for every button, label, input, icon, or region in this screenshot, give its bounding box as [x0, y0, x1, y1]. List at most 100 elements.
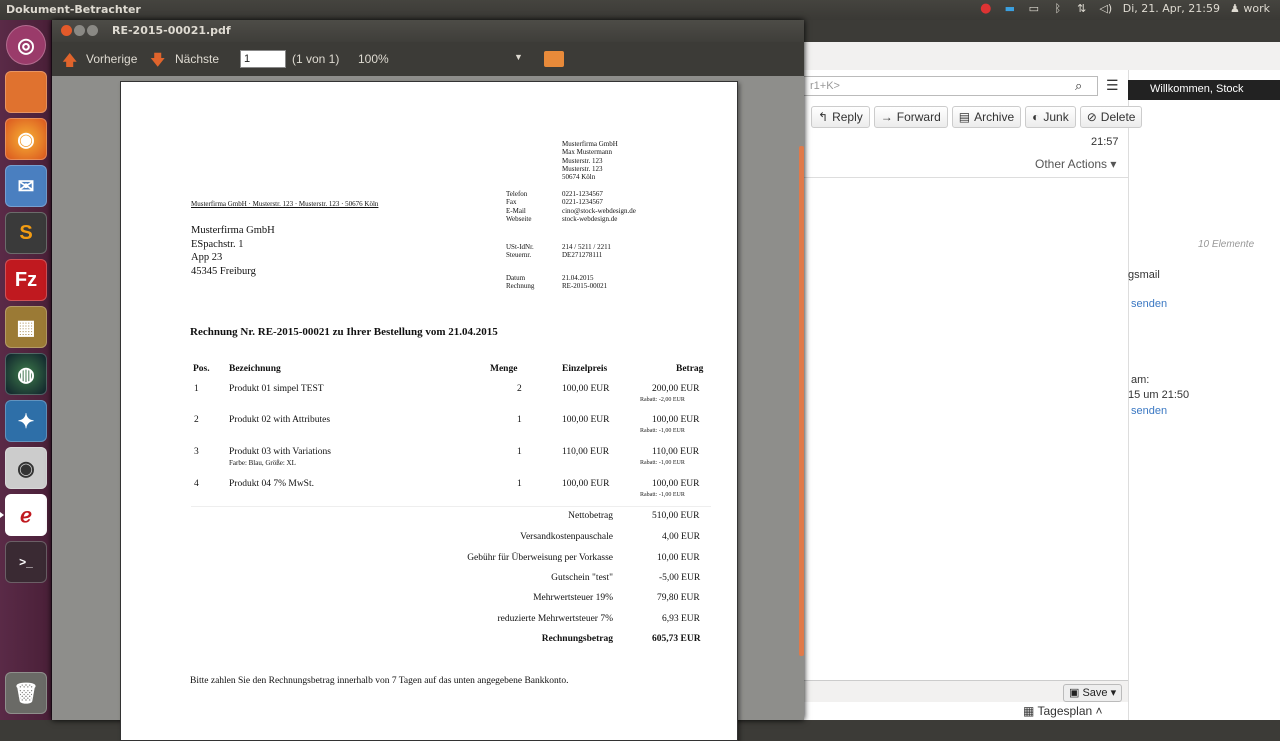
terminal-icon[interactable]: >_: [5, 541, 47, 583]
item-count: 10 Elemente: [1198, 239, 1255, 250]
folder-icon[interactable]: [544, 51, 564, 67]
save-icon: ▣: [1069, 687, 1080, 699]
summary-label: Nettobetrag: [568, 511, 613, 521]
maximize-icon[interactable]: [87, 25, 98, 36]
window-buttons: [61, 25, 98, 36]
prev-page-button[interactable]: Vorherige: [86, 52, 137, 66]
user-menu[interactable]: ♟ work: [1230, 2, 1270, 15]
delete-button[interactable]: ⊘ Delete: [1079, 106, 1143, 128]
bird-icon[interactable]: ✦: [5, 400, 47, 442]
summary-label: Gutschein "test": [551, 573, 613, 583]
contact-value: 0221-1234567: [562, 190, 603, 198]
list-menu-icon[interactable]: ☰: [1106, 77, 1119, 94]
summary-value: 4,00 EUR: [662, 532, 700, 542]
battery-icon[interactable]: ▭: [1027, 2, 1041, 15]
send-link-2[interactable]: senden: [1131, 405, 1167, 417]
delete-icon: ⊘: [1086, 110, 1097, 124]
row-unit: 100,00 EUR: [562, 415, 610, 425]
search-icon[interactable]: ⌕: [1075, 78, 1082, 94]
launcher: ◎ ◉ ✉ S Fz ▦ ◍ ✦ ◉ ℯ >_ 🗑: [0, 20, 52, 720]
network-icon[interactable]: ⇅: [1075, 2, 1089, 15]
pdf-page: Musterfirma GmbH Max Mustermann Musterst…: [120, 81, 738, 741]
bluetooth-icon[interactable]: ᛒ: [1051, 2, 1065, 15]
sender-line: Musterfirma GmbH · Musterstr. 123 · Must…: [191, 200, 379, 208]
evince-icon[interactable]: ℯ: [5, 494, 47, 536]
thunderbird-icon[interactable]: ✉: [5, 165, 47, 207]
delete-label: Delete: [1100, 110, 1136, 124]
col-pos: Pos.: [193, 364, 210, 374]
save-button[interactable]: ▣ Save ▾: [1063, 684, 1123, 702]
row-qty: 2: [517, 384, 522, 394]
document-canvas[interactable]: Musterfirma GmbH Max Mustermann Musterst…: [52, 76, 804, 741]
trash-icon[interactable]: 🗑: [5, 672, 47, 714]
minimize-icon[interactable]: [74, 25, 85, 36]
other-actions-menu[interactable]: Other Actions ▾: [1035, 157, 1116, 171]
send-link[interactable]: senden: [1131, 298, 1167, 310]
calc-icon[interactable]: ▦: [5, 306, 47, 348]
sublime-icon[interactable]: S: [5, 212, 47, 254]
company-block: Musterfirma GmbH Max Mustermann Musterst…: [562, 140, 618, 181]
row-unit: 110,00 EUR: [562, 447, 610, 457]
calendar-toggle[interactable]: ▦ Tagesplan ˄: [1023, 704, 1103, 718]
recipient-line: App 23: [191, 252, 223, 263]
zoom-dropdown-icon[interactable]: ▼: [514, 52, 523, 62]
arrow-up-icon[interactable]: 🡅: [62, 50, 77, 75]
forward-icon: →: [880, 110, 893, 124]
scrollbar[interactable]: [799, 146, 804, 656]
ubuntu-icon[interactable]: ◎: [6, 25, 46, 65]
filezilla-icon[interactable]: Fz: [5, 259, 47, 301]
contact-label: Webseite: [506, 214, 532, 223]
junk-label: Junk: [1043, 110, 1069, 124]
close-icon[interactable]: [61, 25, 72, 36]
document-title: RE-2015-00021.pdf: [112, 24, 231, 37]
arrow-down-icon[interactable]: 🡇: [150, 50, 165, 75]
row-pos: 4: [194, 479, 199, 489]
row-variant: Farbe: Blau, Größe: XL: [229, 459, 296, 467]
firefox-icon[interactable]: ◉: [5, 118, 47, 160]
reply-icon: ↰: [818, 110, 829, 124]
record-icon[interactable]: ●: [979, 2, 993, 15]
earth-icon[interactable]: ◍: [5, 353, 47, 395]
search-input[interactable]: r1+K>: [803, 76, 1098, 96]
next-page-button[interactable]: Nächste: [175, 52, 219, 66]
forward-button[interactable]: → Forward: [873, 106, 948, 128]
row-qty: 1: [517, 415, 522, 425]
archive-button[interactable]: ▤ Archive: [951, 106, 1022, 128]
zoom-select[interactable]: 100%: [358, 52, 389, 66]
row-pos: 1: [194, 384, 199, 394]
company-line: Musterstr. 123: [562, 164, 603, 173]
junk-button[interactable]: ◐ Junk: [1025, 106, 1076, 128]
summary-value: -5,00 EUR: [659, 573, 701, 583]
contact-values: 0221-1234567 0221-1234567 cino@stock-web…: [562, 190, 636, 223]
contact-value: cino@stock-webdesign.de: [562, 206, 636, 215]
top-panel: Dokument-Betrachter ● ▬ ▭ ᛒ ⇅ ◁) Di, 21.…: [0, 0, 1280, 20]
clock[interactable]: Di, 21. Apr, 21:59: [1123, 2, 1220, 15]
contact-label: Fax: [506, 198, 517, 207]
row-qty: 1: [517, 479, 522, 489]
col-qty: Menge: [490, 364, 518, 374]
files-icon[interactable]: [5, 71, 47, 113]
contact-value: 0221-1234567: [562, 198, 603, 207]
invoice-heading: Rechnung Nr. RE-2015-00021 zu Ihrer Best…: [190, 326, 498, 338]
webcam-icon[interactable]: ◉: [5, 447, 47, 489]
row-total: 110,00 EUR: [652, 447, 700, 457]
page-number-input[interactable]: 1: [240, 50, 286, 68]
welcome-text: Willkommen, Stock: [1150, 83, 1244, 95]
total-value: 605,73 EUR: [652, 634, 701, 644]
tax-labels: USt-IdNr. Steuernr.: [506, 243, 534, 260]
volume-icon[interactable]: ◁): [1099, 2, 1113, 15]
row-rabatt: Rabatt: -2,00 EUR: [640, 397, 685, 403]
row-unit: 100,00 EUR: [562, 384, 610, 394]
summary-label: Gebühr für Überweisung per Vorkasse: [467, 553, 613, 563]
summary-label: Mehrwertsteuer 19%: [533, 593, 613, 603]
reply-label: Reply: [832, 110, 863, 124]
compose-statusbar: ▣ Save ▾: [803, 680, 1128, 702]
reply-button[interactable]: ↰ Reply: [811, 106, 870, 128]
row-qty: 1: [517, 447, 522, 457]
account-name[interactable]: gsmail: [1128, 269, 1160, 281]
summary-value: 79,80 EUR: [657, 593, 700, 603]
payment-note: Bitte zahlen Sie den Rechnungsbetrag inn…: [190, 676, 569, 686]
keyboard-icon[interactable]: ▬: [1003, 2, 1017, 15]
date-value: 15 um 21:50: [1128, 389, 1190, 401]
message-time: 21:57: [1091, 136, 1119, 148]
